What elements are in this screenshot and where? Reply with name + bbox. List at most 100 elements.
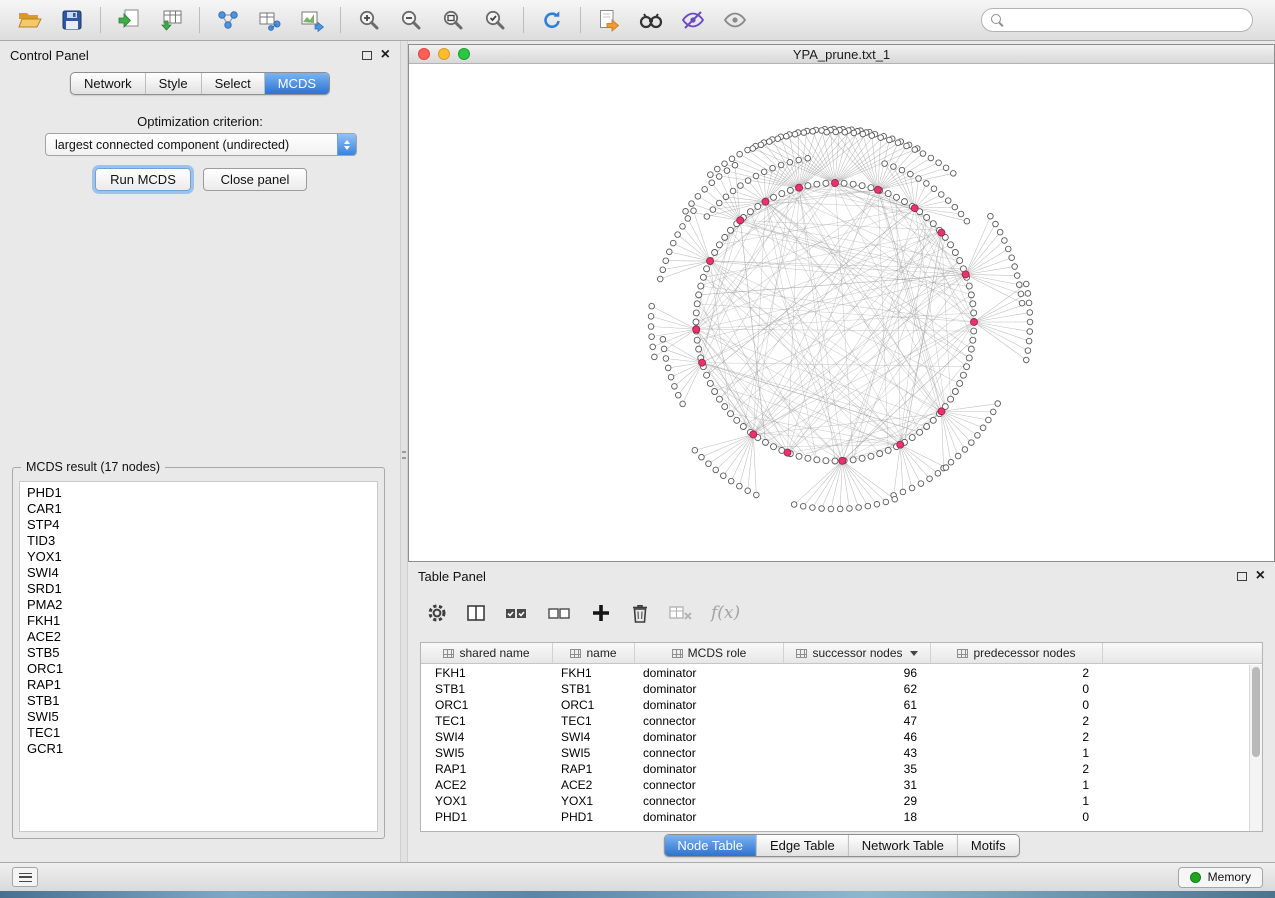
mcds-result-item[interactable]: CAR1: [20, 501, 377, 517]
search-network-button[interactable]: [631, 4, 671, 36]
float-table-panel-icon[interactable]: [1237, 572, 1247, 581]
add-column-button[interactable]: [590, 602, 612, 624]
import-table-button[interactable]: [151, 4, 191, 36]
cell-successor-nodes: 47: [784, 714, 931, 728]
window-zoom-button[interactable]: [458, 48, 470, 60]
table-panel-title: Table Panel: [418, 569, 486, 584]
table-row[interactable]: PHD1PHD1dominator180: [421, 809, 1249, 825]
show-graphics-button[interactable]: [715, 4, 755, 36]
mcds-result-item[interactable]: SRD1: [20, 581, 377, 597]
zoom-fit-button[interactable]: [433, 4, 473, 36]
network-image-button[interactable]: [292, 4, 332, 36]
cell-shared-name: RAP1: [421, 762, 553, 776]
tab-network[interactable]: Network: [71, 73, 145, 94]
table-row[interactable]: RAP1RAP1dominator352: [421, 761, 1249, 777]
table-row[interactable]: FKH1FKH1dominator962: [421, 665, 1249, 681]
float-panel-icon[interactable]: [362, 51, 372, 60]
panel-menu-button[interactable]: [12, 867, 38, 887]
table-row[interactable]: SWI5SWI5connector431: [421, 745, 1249, 761]
cell-predecessor-nodes: 0: [931, 682, 1103, 696]
deselect-all-button[interactable]: [547, 602, 573, 624]
save-session-button[interactable]: [52, 4, 92, 36]
table-toolbar: f(x): [426, 592, 740, 634]
tab-motifs[interactable]: Motifs: [957, 835, 1019, 856]
run-mcds-button[interactable]: Run MCDS: [95, 168, 191, 191]
table-row[interactable]: SWI4SWI4dominator462: [421, 729, 1249, 745]
delete-table-button[interactable]: [668, 602, 694, 624]
window-close-button[interactable]: [418, 48, 430, 60]
mcds-result-item[interactable]: STB1: [20, 693, 377, 709]
mcds-result-item[interactable]: ORC1: [20, 661, 377, 677]
mcds-result-item[interactable]: TID3: [20, 533, 377, 549]
window-minimize-button[interactable]: [438, 48, 450, 60]
network-canvas[interactable]: [409, 64, 1273, 561]
close-panel-button[interactable]: Close panel: [203, 168, 307, 191]
table-row[interactable]: ORC1ORC1dominator610: [421, 697, 1249, 713]
search-box[interactable]: [981, 8, 1253, 32]
criterion-select[interactable]: largest connected component (undirected): [45, 133, 357, 156]
column-header-name[interactable]: name: [553, 643, 635, 663]
mcds-result-item[interactable]: ACE2: [20, 629, 377, 645]
table-settings-button[interactable]: [426, 602, 448, 624]
mcds-result-item[interactable]: FKH1: [20, 613, 377, 629]
scrollbar-thumb[interactable]: [1252, 667, 1260, 757]
control-panel: Control Panel × NetworkStyleSelectMCDS O…: [0, 41, 400, 862]
memory-button[interactable]: Memory: [1178, 867, 1263, 888]
column-header-predecessor-nodes[interactable]: predecessor nodes: [931, 643, 1103, 663]
hide-graphics-button[interactable]: [673, 4, 713, 36]
vertical-splitter[interactable]: [400, 41, 408, 862]
mcds-result-item[interactable]: YOX1: [20, 549, 377, 565]
cell-predecessor-nodes: 2: [931, 714, 1103, 728]
mcds-result-item[interactable]: STP4: [20, 517, 377, 533]
table-body: FKH1FKH1dominator962STB1STB1dominator620…: [421, 665, 1249, 831]
cell-name: RAP1: [553, 762, 635, 776]
zoom-out-button[interactable]: [391, 4, 431, 36]
mcds-result-item[interactable]: PMA2: [20, 597, 377, 613]
new-network-button[interactable]: [208, 4, 248, 36]
table-row[interactable]: ACE2ACE2connector311: [421, 777, 1249, 793]
show-columns-button[interactable]: [465, 602, 487, 624]
mcds-result-item[interactable]: STB5: [20, 645, 377, 661]
mcds-result-item[interactable]: TEC1: [20, 725, 377, 741]
open-session-button[interactable]: [10, 4, 50, 36]
mcds-result-item[interactable]: GCR1: [20, 741, 377, 757]
table-header-row: shared namenameMCDS rolesuccessor nodesp…: [421, 643, 1262, 664]
network-window-titlebar[interactable]: YPA_prune.txt_1: [409, 45, 1274, 64]
mcds-result-item[interactable]: RAP1: [20, 677, 377, 693]
close-table-panel-x-icon[interactable]: ×: [1256, 568, 1265, 584]
column-header-MCDS-role[interactable]: MCDS role: [635, 643, 784, 663]
table-row[interactable]: TEC1TEC1connector472: [421, 713, 1249, 729]
tab-network-table[interactable]: Network Table: [848, 835, 957, 856]
tab-style[interactable]: Style: [145, 73, 201, 94]
export-document-button[interactable]: [589, 4, 629, 36]
search-icon: [991, 14, 1004, 27]
mcds-result-item[interactable]: PHD1: [20, 485, 377, 501]
network-table-button[interactable]: [250, 4, 290, 36]
function-builder-button[interactable]: f(x): [711, 603, 740, 623]
columns-icon: [465, 602, 487, 624]
delete-column-button[interactable]: [629, 602, 651, 624]
select-all-button[interactable]: [504, 602, 530, 624]
import-network-file-icon: [117, 8, 141, 32]
import-network-button[interactable]: [109, 4, 149, 36]
close-panel-x-icon[interactable]: ×: [381, 47, 390, 63]
tab-edge-table[interactable]: Edge Table: [756, 835, 848, 856]
zoom-in-button[interactable]: [349, 4, 389, 36]
cell-MCDS-role: connector: [635, 794, 784, 808]
table-row[interactable]: YOX1YOX1connector291: [421, 793, 1249, 809]
tab-node-table[interactable]: Node Table: [664, 835, 756, 856]
column-header-shared-name[interactable]: shared name: [421, 643, 553, 663]
tab-select[interactable]: Select: [201, 73, 264, 94]
refresh-layout-button[interactable]: [532, 4, 572, 36]
mcds-result-item[interactable]: SWI5: [20, 709, 377, 725]
search-input[interactable]: [1010, 13, 1243, 27]
tab-mcds[interactable]: MCDS: [264, 73, 329, 94]
zoom-selected-button[interactable]: [475, 4, 515, 36]
cell-successor-nodes: 18: [784, 810, 931, 824]
cell-predecessor-nodes: 1: [931, 746, 1103, 760]
mcds-result-list[interactable]: PHD1CAR1STP4TID3YOX1SWI4SRD1PMA2FKH1ACE2…: [19, 481, 378, 832]
mcds-result-item[interactable]: SWI4: [20, 565, 377, 581]
column-header-successor-nodes[interactable]: successor nodes: [784, 643, 931, 663]
table-row[interactable]: STB1STB1dominator620: [421, 681, 1249, 697]
table-scrollbar[interactable]: [1249, 665, 1262, 831]
